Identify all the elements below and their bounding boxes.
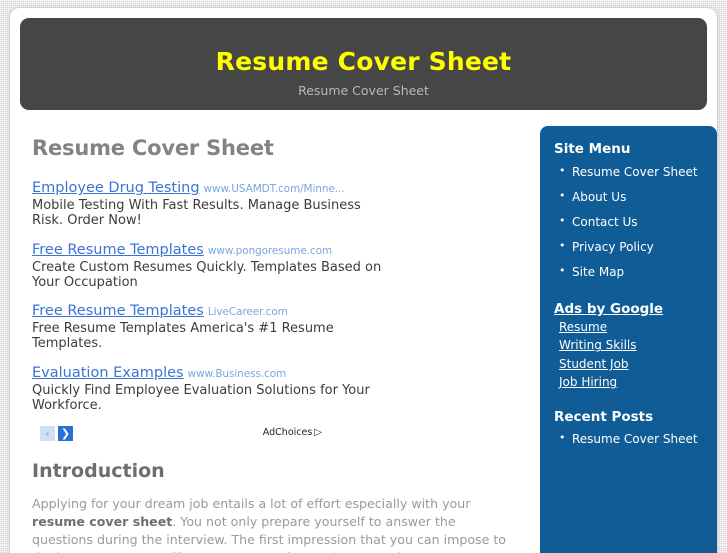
sidebar-item-contact-us[interactable]: Contact Us	[554, 214, 717, 229]
ad-url: www.Business.com	[187, 367, 287, 380]
sidebar-ad-link-job-hiring[interactable]: Job Hiring	[559, 374, 717, 390]
sidebar-recent-post-item[interactable]: Resume Cover Sheet	[554, 431, 717, 446]
site-title: Resume Cover Sheet	[215, 47, 512, 76]
sidebar: Site Menu Resume Cover Sheet About Us Co…	[540, 126, 717, 553]
sidebar-ad-link-writing-skills[interactable]: Writing Skills	[559, 337, 717, 353]
sidebar-item-privacy-policy[interactable]: Privacy Policy	[554, 239, 717, 254]
article-heading: Introduction	[32, 460, 165, 483]
sidebar-recent-posts-heading: Recent Posts	[554, 408, 654, 425]
ad-headline-row: Employee Drug Testing www.USAMDT.com/Minn…	[32, 180, 512, 197]
site-subtitle: Resume Cover Sheet	[298, 82, 429, 98]
ad-title-link[interactable]: Evaluation Examples	[32, 365, 184, 381]
sidebar-ad-link-label: Job Hiring	[559, 375, 618, 390]
sidebar-ads-list: Resume Writing Skills Student Job Job Hi…	[554, 319, 717, 391]
adchoices-link[interactable]: AdChoices ▷	[263, 427, 322, 438]
sidebar-item-about-us[interactable]: About Us	[554, 189, 717, 204]
ad-description: Free Resume Templates America's #1 Resum…	[32, 321, 334, 352]
ad-headline-row: Free Resume Templates www.pongoresume.com	[32, 242, 512, 259]
ad-unit: Employee Drug Testing www.USAMDT.com/Minn…	[32, 180, 512, 229]
next-arrow-icon[interactable]: ❯	[58, 426, 73, 442]
ad-url: LiveCareer.com	[207, 306, 288, 319]
sidebar-ad-link-resume[interactable]: Resume	[559, 319, 717, 335]
sidebar-site-menu-list: Resume Cover Sheet About Us Contact Us P…	[554, 164, 717, 279]
site-banner: Resume Cover Sheet Resume Cover Sheet	[20, 18, 707, 110]
ad-unit: Free Resume Templates LiveCareer.com Free…	[32, 303, 512, 352]
ad-headline-row: Evaluation Examples www.Business.com	[32, 365, 512, 382]
ad-unit: Evaluation Examples www.Business.com Quic…	[32, 365, 512, 414]
sidebar-ad-link-label: Resume	[559, 320, 608, 334]
sidebar-ads-by-google-heading[interactable]: Ads by Google	[554, 301, 717, 317]
article-body: Applying for your dream job entails a lo…	[32, 495, 519, 553]
sidebar-ad-link-label: Student Job	[559, 356, 629, 371]
sidebar-item-resume-cover-sheet[interactable]: Resume Cover Sheet	[554, 164, 717, 179]
sidebar-site-menu-heading: Site Menu	[554, 141, 631, 157]
article-text-1: Applying for your dream job entails a lo…	[32, 496, 471, 512]
ad-url: www.USAMDT.com/Minne...	[203, 183, 345, 195]
article-bold-1: resume cover sheet	[32, 514, 173, 530]
adchoices-label: AdChoices	[262, 427, 313, 439]
page-title: Resume Cover Sheet	[32, 136, 274, 160]
ad-headline-row: Free Resume Templates LiveCareer.com	[32, 303, 512, 320]
ad-title-link[interactable]: Free Resume Templates	[32, 303, 204, 319]
sidebar-recent-posts-list: Resume Cover Sheet	[554, 431, 717, 446]
sidebar-item-site-map[interactable]: Site Map	[554, 264, 717, 279]
page-container: Resume Cover Sheet Resume Cover Sheet Re…	[10, 8, 717, 553]
main-content: Resume Cover Sheet Employee Drug Testing…	[32, 136, 532, 553]
adchoices-icon: ▷	[314, 427, 322, 439]
previous-arrow-icon[interactable]: ‹	[40, 426, 55, 442]
article: Introduction Applying for your dream job…	[32, 460, 519, 553]
ad-unit: Free Resume Templates www.pongoresume.com…	[32, 242, 512, 291]
ad-title-link[interactable]: Employee Drug Testing	[32, 180, 200, 196]
sidebar-ad-link-student-job[interactable]: Student Job	[559, 356, 717, 372]
ad-pagination: ‹ ❯	[40, 426, 73, 442]
ad-title-link[interactable]: Free Resume Templates	[32, 242, 204, 258]
google-ads-block: Employee Drug Testing www.USAMDT.com/Minn…	[32, 180, 512, 446]
ad-url: www.pongoresume.com	[207, 244, 333, 257]
ad-footer: ‹ ❯ AdChoices ▷	[32, 426, 322, 446]
ad-description: Create Custom Resumes Quickly. Templates…	[32, 259, 382, 290]
ad-description: Mobile Testing With Fast Results. Manage…	[32, 197, 361, 229]
sidebar-ad-link-label: Writing Skills	[559, 338, 637, 353]
ad-description: Quickly Find Employee Evaluation Solutio…	[32, 382, 370, 414]
